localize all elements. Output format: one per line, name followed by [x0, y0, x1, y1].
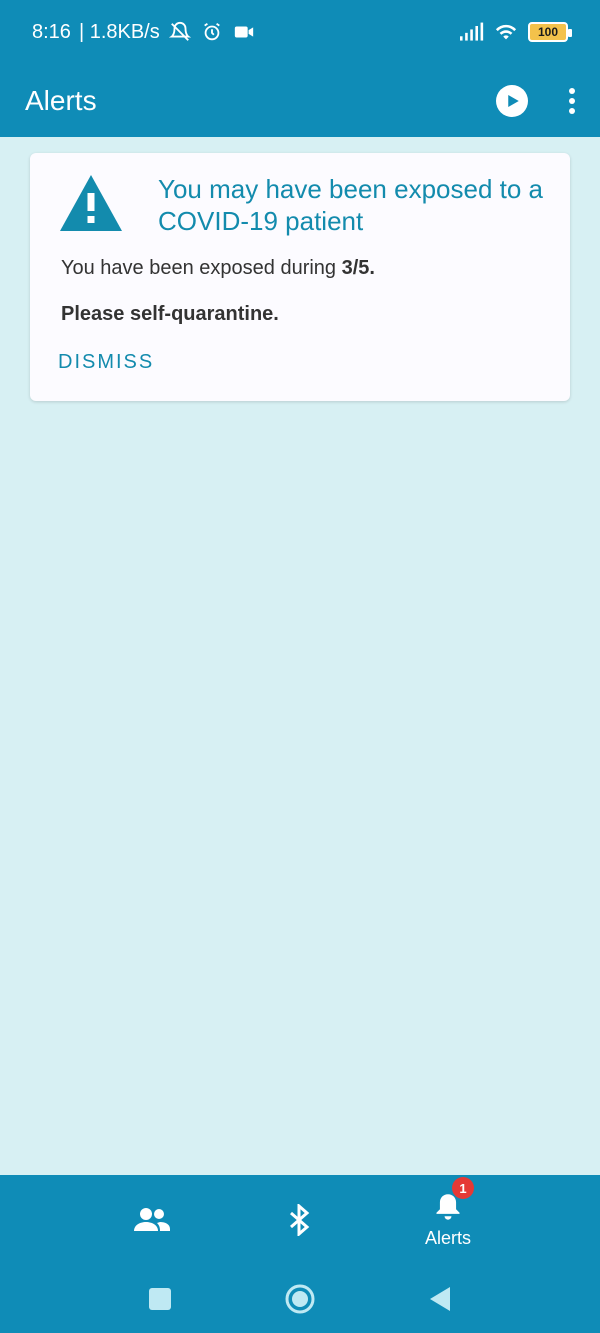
alert-message: You have been exposed during 3/5.	[61, 257, 551, 280]
status-right: 100	[460, 20, 572, 44]
bottom-navigation: 1 Alerts	[0, 1175, 600, 1265]
recents-button[interactable]	[140, 1279, 180, 1319]
wifi-icon	[494, 20, 518, 44]
warning-icon	[60, 175, 122, 231]
nav-item-bluetooth[interactable]	[226, 1175, 374, 1265]
alert-instruction: Please self-quarantine.	[61, 303, 279, 325]
page-title: Alerts	[25, 84, 97, 116]
home-button[interactable]	[280, 1279, 320, 1319]
play-button[interactable]	[496, 84, 528, 117]
more-vert-icon	[569, 87, 575, 114]
nav-item-people[interactable]	[78, 1175, 226, 1265]
alert-message-value: 3/5.	[341, 257, 375, 279]
alerts-badge: 1	[452, 1177, 474, 1199]
back-button[interactable]	[420, 1279, 460, 1319]
signal-icon	[460, 20, 484, 44]
play-icon	[508, 94, 519, 107]
back-triangle-icon	[430, 1287, 450, 1311]
mute-bell-icon	[168, 20, 192, 44]
nav-label-alerts: Alerts	[424, 1227, 471, 1248]
app-bar: Alerts	[0, 64, 600, 137]
square-icon	[149, 1288, 171, 1310]
status-left: 8:16 | 1.8KB/s	[32, 20, 256, 44]
status-bar: 8:16 | 1.8KB/s 100	[0, 0, 600, 64]
app-actions	[496, 84, 584, 117]
alert-message-prefix: You have been exposed during	[61, 257, 342, 279]
circle-icon	[285, 1284, 315, 1314]
more-options-button[interactable]	[560, 85, 584, 117]
status-network-speed: | 1.8KB/s	[78, 20, 160, 43]
alert-title: You may have been exposed to a COVID-19 …	[158, 174, 543, 236]
status-time: 8:16	[32, 20, 71, 43]
alert-card: You may have been exposed to a COVID-19 …	[30, 153, 570, 401]
battery-icon: 100	[528, 22, 572, 42]
video-icon	[232, 20, 256, 44]
nav-item-alerts[interactable]: 1 Alerts	[374, 1175, 522, 1265]
people-icon	[134, 1208, 170, 1231]
system-navigation	[0, 1265, 600, 1333]
bluetooth-icon	[290, 1204, 310, 1236]
dismiss-button[interactable]: DISMISS	[58, 351, 154, 374]
battery-level: 100	[537, 25, 559, 39]
alarm-icon	[200, 20, 224, 44]
